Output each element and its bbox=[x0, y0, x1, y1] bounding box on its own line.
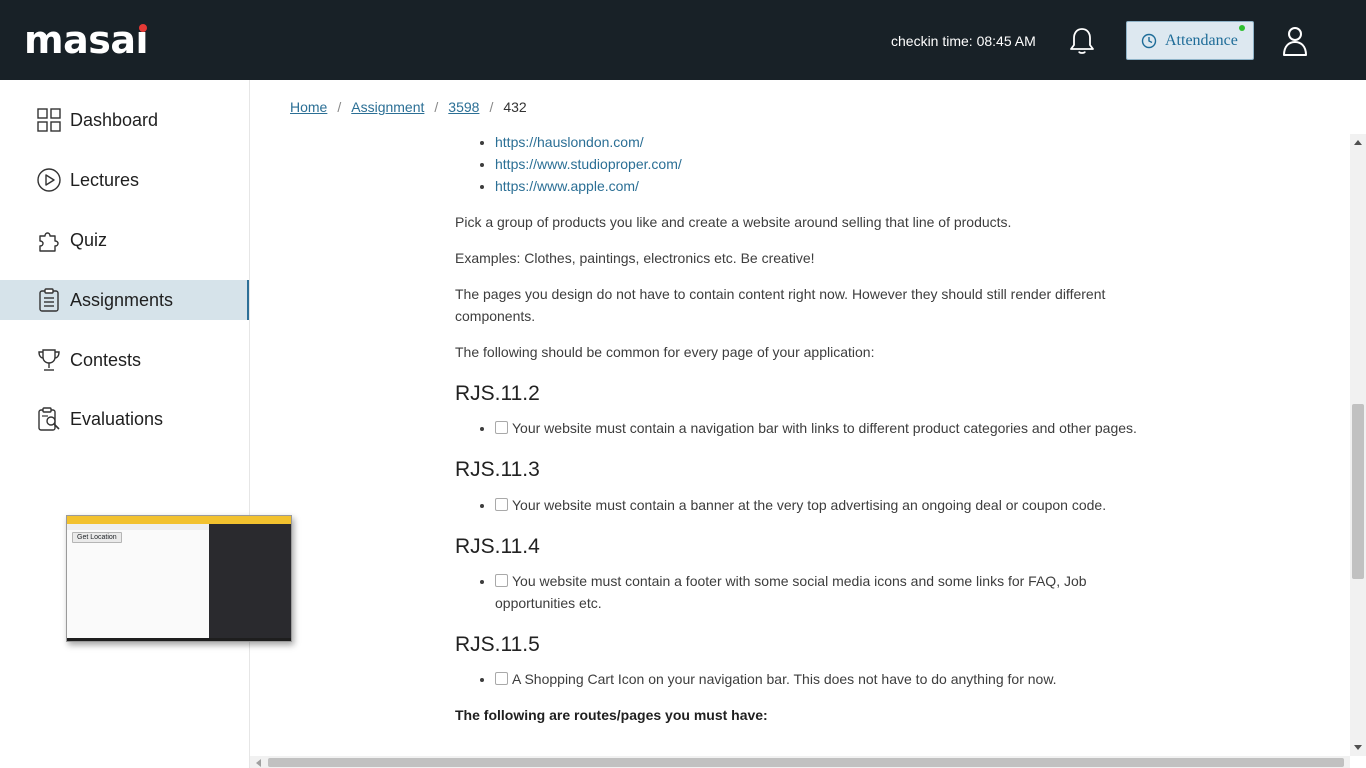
sidebar-item-label: Quiz bbox=[70, 229, 108, 250]
task-list: Your website must contain a navigation b… bbox=[455, 417, 1155, 439]
sidebar-item-evaluations[interactable]: Evaluations bbox=[0, 399, 249, 439]
task-item: A Shopping Cart Icon on your navigation … bbox=[495, 668, 1155, 690]
reference-link[interactable]: https://www.apple.com/ bbox=[495, 178, 639, 194]
section-heading: RJS.11.5 bbox=[455, 633, 540, 656]
puzzle-icon bbox=[39, 232, 59, 252]
horizontal-scroll-thumb[interactable] bbox=[268, 758, 1344, 767]
task-checkbox[interactable] bbox=[495, 421, 508, 434]
thumbnail-get-location-button: Get Location bbox=[72, 532, 122, 543]
top-bar: masaı checkin time: 08:45 AM Attendance bbox=[0, 0, 1366, 80]
task-text: Your website must contain a banner at th… bbox=[512, 497, 1107, 513]
sidebar-item-label: Dashboard bbox=[70, 109, 159, 130]
assignment-content: https://hauslondon.com/ https://www.stud… bbox=[250, 134, 1350, 756]
sidebar-item-label: Evaluations bbox=[70, 408, 164, 429]
sidebar-item-lectures[interactable]: Lectures bbox=[0, 160, 249, 200]
list-item: https://hauslondon.com/ bbox=[495, 134, 1155, 153]
breadcrumb-separator: / bbox=[337, 99, 342, 115]
breadcrumb-separator: / bbox=[434, 99, 439, 115]
horizontal-scrollbar[interactable] bbox=[250, 756, 1350, 768]
task-list: Your website must contain a banner at th… bbox=[455, 494, 1155, 516]
scroll-up-arrow-icon[interactable] bbox=[1354, 140, 1362, 145]
task-text: A Shopping Cart Icon on your navigation … bbox=[512, 671, 1057, 687]
reference-link[interactable]: https://hauslondon.com/ bbox=[495, 134, 644, 150]
thumbnail-page bbox=[67, 530, 209, 638]
routes-heading: The following are routes/pages you must … bbox=[455, 707, 768, 723]
task-checkbox[interactable] bbox=[495, 672, 508, 685]
evaluation-icon bbox=[38, 407, 60, 431]
clock-icon bbox=[1141, 33, 1157, 48]
breadcrumb-course-id[interactable]: 3598 bbox=[448, 98, 479, 116]
list-item: https://www.apple.com/ bbox=[495, 175, 1155, 197]
reference-link[interactable]: https://www.studioproper.com/ bbox=[495, 156, 682, 172]
sidebar-item-label: Contests bbox=[70, 349, 142, 370]
assignment-document: https://hauslondon.com/ https://www.stud… bbox=[455, 134, 1155, 726]
scroll-left-arrow-icon[interactable] bbox=[256, 759, 261, 767]
attendance-button[interactable]: Attendance bbox=[1126, 21, 1254, 60]
task-text: Your website must contain a navigation b… bbox=[512, 420, 1137, 436]
trophy-icon bbox=[38, 349, 60, 371]
task-list: You website must contain a footer with s… bbox=[455, 570, 1155, 614]
attendance-label: Attendance bbox=[1165, 31, 1238, 49]
scroll-down-arrow-icon[interactable] bbox=[1354, 745, 1362, 750]
breadcrumb-current: 432 bbox=[503, 99, 527, 115]
task-checkbox[interactable] bbox=[495, 498, 508, 511]
paragraph: The pages you design do not have to cont… bbox=[455, 286, 1106, 324]
vertical-scrollbar[interactable] bbox=[1350, 134, 1366, 756]
sidebar-item-dashboard[interactable]: Dashboard bbox=[0, 100, 249, 140]
task-list: A Shopping Cart Icon on your navigation … bbox=[455, 668, 1155, 690]
user-icon[interactable] bbox=[1282, 26, 1308, 56]
clipboard-icon bbox=[39, 288, 59, 312]
sidebar-item-assignments[interactable]: Assignments bbox=[0, 280, 249, 320]
paragraph: The following should be common for every… bbox=[455, 344, 875, 360]
section-heading: RJS.11.4 bbox=[455, 535, 540, 558]
task-item: Your website must contain a navigation b… bbox=[495, 417, 1155, 439]
list-item: https://www.studioproper.com/ bbox=[495, 153, 1155, 175]
breadcrumb-separator: / bbox=[489, 99, 494, 115]
vertical-scroll-thumb[interactable] bbox=[1352, 404, 1364, 579]
reference-links: https://hauslondon.com/ https://www.stud… bbox=[455, 134, 1155, 197]
breadcrumb: Home / Assignment / 3598 / 432 bbox=[290, 98, 527, 116]
sidebar-item-label: Lectures bbox=[70, 169, 140, 190]
sidebar-item-contests[interactable]: Contests bbox=[0, 340, 249, 380]
section-heading: RJS.11.3 bbox=[455, 458, 540, 481]
breadcrumb-assignment[interactable]: Assignment bbox=[351, 98, 424, 116]
task-text: You website must contain a footer with s… bbox=[495, 573, 1087, 611]
masai-logo[interactable]: masaı bbox=[24, 18, 149, 62]
task-checkbox[interactable] bbox=[495, 574, 508, 587]
paragraph: Examples: Clothes, paintings, electronic… bbox=[455, 250, 815, 266]
sidebar-item-label: Assignments bbox=[70, 289, 174, 310]
sidebar-item-quiz[interactable]: Quiz bbox=[0, 220, 249, 260]
play-circle-icon bbox=[37, 168, 61, 192]
logo-text: masaı bbox=[24, 18, 149, 62]
task-item: Your website must contain a banner at th… bbox=[495, 494, 1155, 516]
section-heading: RJS.11.2 bbox=[455, 382, 540, 405]
task-item: You website must contain a footer with s… bbox=[495, 570, 1155, 614]
grid-icon bbox=[37, 108, 61, 132]
bell-icon[interactable] bbox=[1068, 26, 1096, 56]
sidebar: Dashboard Lectures Quiz Assignments Cont… bbox=[0, 80, 250, 768]
paragraph: Pick a group of products you like and cr… bbox=[455, 214, 1012, 230]
checkin-time: checkin time: 08:45 AM bbox=[891, 33, 1036, 49]
status-dot bbox=[1239, 25, 1245, 31]
breadcrumb-home[interactable]: Home bbox=[290, 98, 327, 116]
